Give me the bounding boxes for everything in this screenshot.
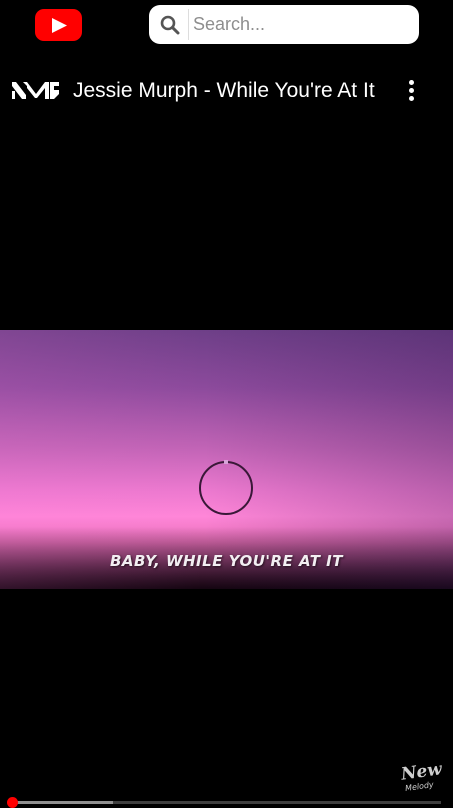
search-divider — [188, 9, 189, 40]
channel-logo-icon[interactable] — [12, 82, 59, 99]
search-input[interactable] — [193, 12, 408, 37]
more-options-button[interactable] — [401, 78, 423, 104]
video-title[interactable]: Jessie Murph - While You're At It — [73, 78, 383, 104]
youtube-icon — [52, 18, 67, 33]
video-title-row: Jessie Murph - While You're At It — [0, 70, 453, 112]
search-icon[interactable] — [160, 15, 180, 35]
progress-bar[interactable] — [7, 797, 441, 808]
video-player[interactable]: BABY, WHILE YOU'RE AT IT — [0, 330, 453, 589]
lyric-caption: BABY, WHILE YOU'RE AT IT — [110, 552, 343, 570]
loading-spinner-icon — [199, 460, 253, 515]
search-box[interactable] — [149, 5, 419, 44]
new-melody-watermark: New Melody — [397, 759, 443, 798]
scrubber-handle[interactable] — [7, 797, 18, 808]
more-vert-icon — [409, 80, 414, 85]
top-bar — [0, 0, 453, 52]
youtube-logo[interactable] — [35, 9, 82, 41]
buffered-bar — [12, 801, 113, 804]
